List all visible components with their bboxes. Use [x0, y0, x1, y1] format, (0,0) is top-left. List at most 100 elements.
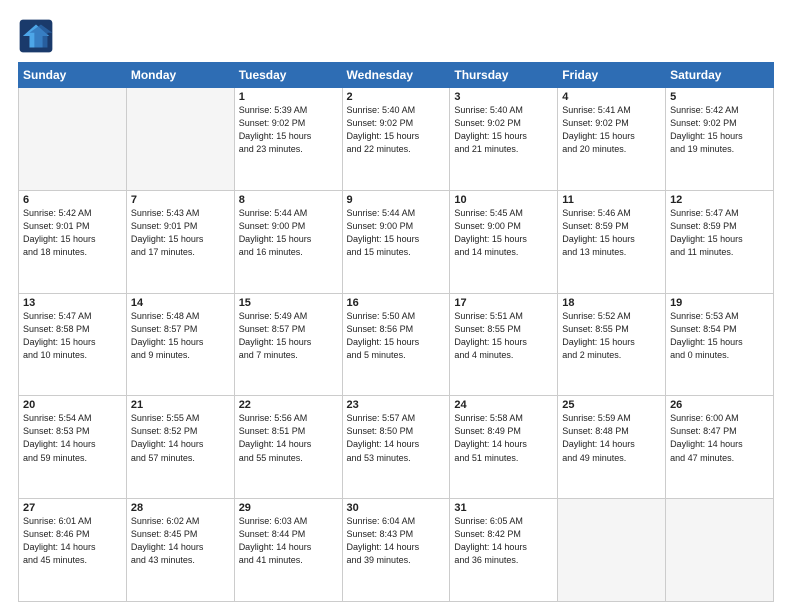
day-number: 25 [562, 399, 661, 411]
day-number: 14 [131, 297, 230, 309]
day-info: Sunrise: 6:05 AM Sunset: 8:42 PM Dayligh… [454, 515, 553, 567]
calendar-header-row: SundayMondayTuesdayWednesdayThursdayFrid… [19, 63, 774, 88]
day-cell: 4Sunrise: 5:41 AM Sunset: 9:02 PM Daylig… [558, 88, 666, 191]
day-cell: 25Sunrise: 5:59 AM Sunset: 8:48 PM Dayli… [558, 396, 666, 499]
calendar: SundayMondayTuesdayWednesdayThursdayFrid… [18, 62, 774, 602]
day-info: Sunrise: 6:01 AM Sunset: 8:46 PM Dayligh… [23, 515, 122, 567]
day-info: Sunrise: 5:47 AM Sunset: 8:59 PM Dayligh… [670, 207, 769, 259]
day-cell: 6Sunrise: 5:42 AM Sunset: 9:01 PM Daylig… [19, 190, 127, 293]
day-cell: 9Sunrise: 5:44 AM Sunset: 9:00 PM Daylig… [342, 190, 450, 293]
day-cell: 24Sunrise: 5:58 AM Sunset: 8:49 PM Dayli… [450, 396, 558, 499]
day-cell: 7Sunrise: 5:43 AM Sunset: 9:01 PM Daylig… [126, 190, 234, 293]
day-number: 12 [670, 194, 769, 206]
day-number: 30 [347, 502, 446, 514]
day-info: Sunrise: 5:39 AM Sunset: 9:02 PM Dayligh… [239, 104, 338, 156]
day-cell [19, 88, 127, 191]
day-cell: 20Sunrise: 5:54 AM Sunset: 8:53 PM Dayli… [19, 396, 127, 499]
day-number: 23 [347, 399, 446, 411]
page: SundayMondayTuesdayWednesdayThursdayFrid… [0, 0, 792, 612]
day-info: Sunrise: 5:42 AM Sunset: 9:01 PM Dayligh… [23, 207, 122, 259]
day-info: Sunrise: 5:46 AM Sunset: 8:59 PM Dayligh… [562, 207, 661, 259]
day-info: Sunrise: 5:57 AM Sunset: 8:50 PM Dayligh… [347, 412, 446, 464]
day-number: 1 [239, 91, 338, 103]
day-info: Sunrise: 5:48 AM Sunset: 8:57 PM Dayligh… [131, 310, 230, 362]
day-number: 9 [347, 194, 446, 206]
header [18, 18, 774, 54]
day-number: 8 [239, 194, 338, 206]
day-info: Sunrise: 5:42 AM Sunset: 9:02 PM Dayligh… [670, 104, 769, 156]
day-number: 13 [23, 297, 122, 309]
day-cell: 10Sunrise: 5:45 AM Sunset: 9:00 PM Dayli… [450, 190, 558, 293]
day-number: 16 [347, 297, 446, 309]
day-info: Sunrise: 5:41 AM Sunset: 9:02 PM Dayligh… [562, 104, 661, 156]
day-number: 11 [562, 194, 661, 206]
day-cell: 18Sunrise: 5:52 AM Sunset: 8:55 PM Dayli… [558, 293, 666, 396]
day-number: 31 [454, 502, 553, 514]
day-info: Sunrise: 5:52 AM Sunset: 8:55 PM Dayligh… [562, 310, 661, 362]
day-cell: 8Sunrise: 5:44 AM Sunset: 9:00 PM Daylig… [234, 190, 342, 293]
day-cell: 1Sunrise: 5:39 AM Sunset: 9:02 PM Daylig… [234, 88, 342, 191]
day-cell: 26Sunrise: 6:00 AM Sunset: 8:47 PM Dayli… [666, 396, 774, 499]
week-row-5: 27Sunrise: 6:01 AM Sunset: 8:46 PM Dayli… [19, 499, 774, 602]
day-info: Sunrise: 6:03 AM Sunset: 8:44 PM Dayligh… [239, 515, 338, 567]
day-cell: 27Sunrise: 6:01 AM Sunset: 8:46 PM Dayli… [19, 499, 127, 602]
day-cell: 12Sunrise: 5:47 AM Sunset: 8:59 PM Dayli… [666, 190, 774, 293]
day-number: 19 [670, 297, 769, 309]
day-info: Sunrise: 5:58 AM Sunset: 8:49 PM Dayligh… [454, 412, 553, 464]
day-info: Sunrise: 5:45 AM Sunset: 9:00 PM Dayligh… [454, 207, 553, 259]
day-number: 6 [23, 194, 122, 206]
day-number: 2 [347, 91, 446, 103]
day-info: Sunrise: 5:44 AM Sunset: 9:00 PM Dayligh… [347, 207, 446, 259]
week-row-3: 13Sunrise: 5:47 AM Sunset: 8:58 PM Dayli… [19, 293, 774, 396]
day-cell: 13Sunrise: 5:47 AM Sunset: 8:58 PM Dayli… [19, 293, 127, 396]
day-header-thursday: Thursday [450, 63, 558, 88]
day-cell: 31Sunrise: 6:05 AM Sunset: 8:42 PM Dayli… [450, 499, 558, 602]
day-info: Sunrise: 6:00 AM Sunset: 8:47 PM Dayligh… [670, 412, 769, 464]
day-number: 3 [454, 91, 553, 103]
day-header-wednesday: Wednesday [342, 63, 450, 88]
day-cell: 5Sunrise: 5:42 AM Sunset: 9:02 PM Daylig… [666, 88, 774, 191]
week-row-2: 6Sunrise: 5:42 AM Sunset: 9:01 PM Daylig… [19, 190, 774, 293]
day-info: Sunrise: 5:54 AM Sunset: 8:53 PM Dayligh… [23, 412, 122, 464]
day-info: Sunrise: 6:02 AM Sunset: 8:45 PM Dayligh… [131, 515, 230, 567]
day-info: Sunrise: 6:04 AM Sunset: 8:43 PM Dayligh… [347, 515, 446, 567]
day-info: Sunrise: 5:44 AM Sunset: 9:00 PM Dayligh… [239, 207, 338, 259]
day-cell: 11Sunrise: 5:46 AM Sunset: 8:59 PM Dayli… [558, 190, 666, 293]
day-info: Sunrise: 5:55 AM Sunset: 8:52 PM Dayligh… [131, 412, 230, 464]
day-cell: 21Sunrise: 5:55 AM Sunset: 8:52 PM Dayli… [126, 396, 234, 499]
day-info: Sunrise: 5:40 AM Sunset: 9:02 PM Dayligh… [454, 104, 553, 156]
logo-icon [18, 18, 54, 54]
day-cell: 14Sunrise: 5:48 AM Sunset: 8:57 PM Dayli… [126, 293, 234, 396]
day-number: 20 [23, 399, 122, 411]
day-info: Sunrise: 5:47 AM Sunset: 8:58 PM Dayligh… [23, 310, 122, 362]
day-number: 15 [239, 297, 338, 309]
day-number: 28 [131, 502, 230, 514]
day-number: 18 [562, 297, 661, 309]
day-header-sunday: Sunday [19, 63, 127, 88]
day-number: 21 [131, 399, 230, 411]
day-cell: 29Sunrise: 6:03 AM Sunset: 8:44 PM Dayli… [234, 499, 342, 602]
day-cell: 19Sunrise: 5:53 AM Sunset: 8:54 PM Dayli… [666, 293, 774, 396]
logo [18, 18, 58, 54]
day-cell: 17Sunrise: 5:51 AM Sunset: 8:55 PM Dayli… [450, 293, 558, 396]
day-cell [126, 88, 234, 191]
day-info: Sunrise: 5:49 AM Sunset: 8:57 PM Dayligh… [239, 310, 338, 362]
day-number: 7 [131, 194, 230, 206]
day-cell: 2Sunrise: 5:40 AM Sunset: 9:02 PM Daylig… [342, 88, 450, 191]
day-number: 5 [670, 91, 769, 103]
day-cell: 30Sunrise: 6:04 AM Sunset: 8:43 PM Dayli… [342, 499, 450, 602]
day-cell [558, 499, 666, 602]
day-info: Sunrise: 5:43 AM Sunset: 9:01 PM Dayligh… [131, 207, 230, 259]
day-cell: 3Sunrise: 5:40 AM Sunset: 9:02 PM Daylig… [450, 88, 558, 191]
day-number: 24 [454, 399, 553, 411]
day-number: 4 [562, 91, 661, 103]
day-cell: 28Sunrise: 6:02 AM Sunset: 8:45 PM Dayli… [126, 499, 234, 602]
day-cell: 16Sunrise: 5:50 AM Sunset: 8:56 PM Dayli… [342, 293, 450, 396]
day-info: Sunrise: 5:51 AM Sunset: 8:55 PM Dayligh… [454, 310, 553, 362]
day-info: Sunrise: 5:53 AM Sunset: 8:54 PM Dayligh… [670, 310, 769, 362]
day-header-saturday: Saturday [666, 63, 774, 88]
day-number: 22 [239, 399, 338, 411]
day-header-friday: Friday [558, 63, 666, 88]
day-info: Sunrise: 5:56 AM Sunset: 8:51 PM Dayligh… [239, 412, 338, 464]
day-info: Sunrise: 5:50 AM Sunset: 8:56 PM Dayligh… [347, 310, 446, 362]
